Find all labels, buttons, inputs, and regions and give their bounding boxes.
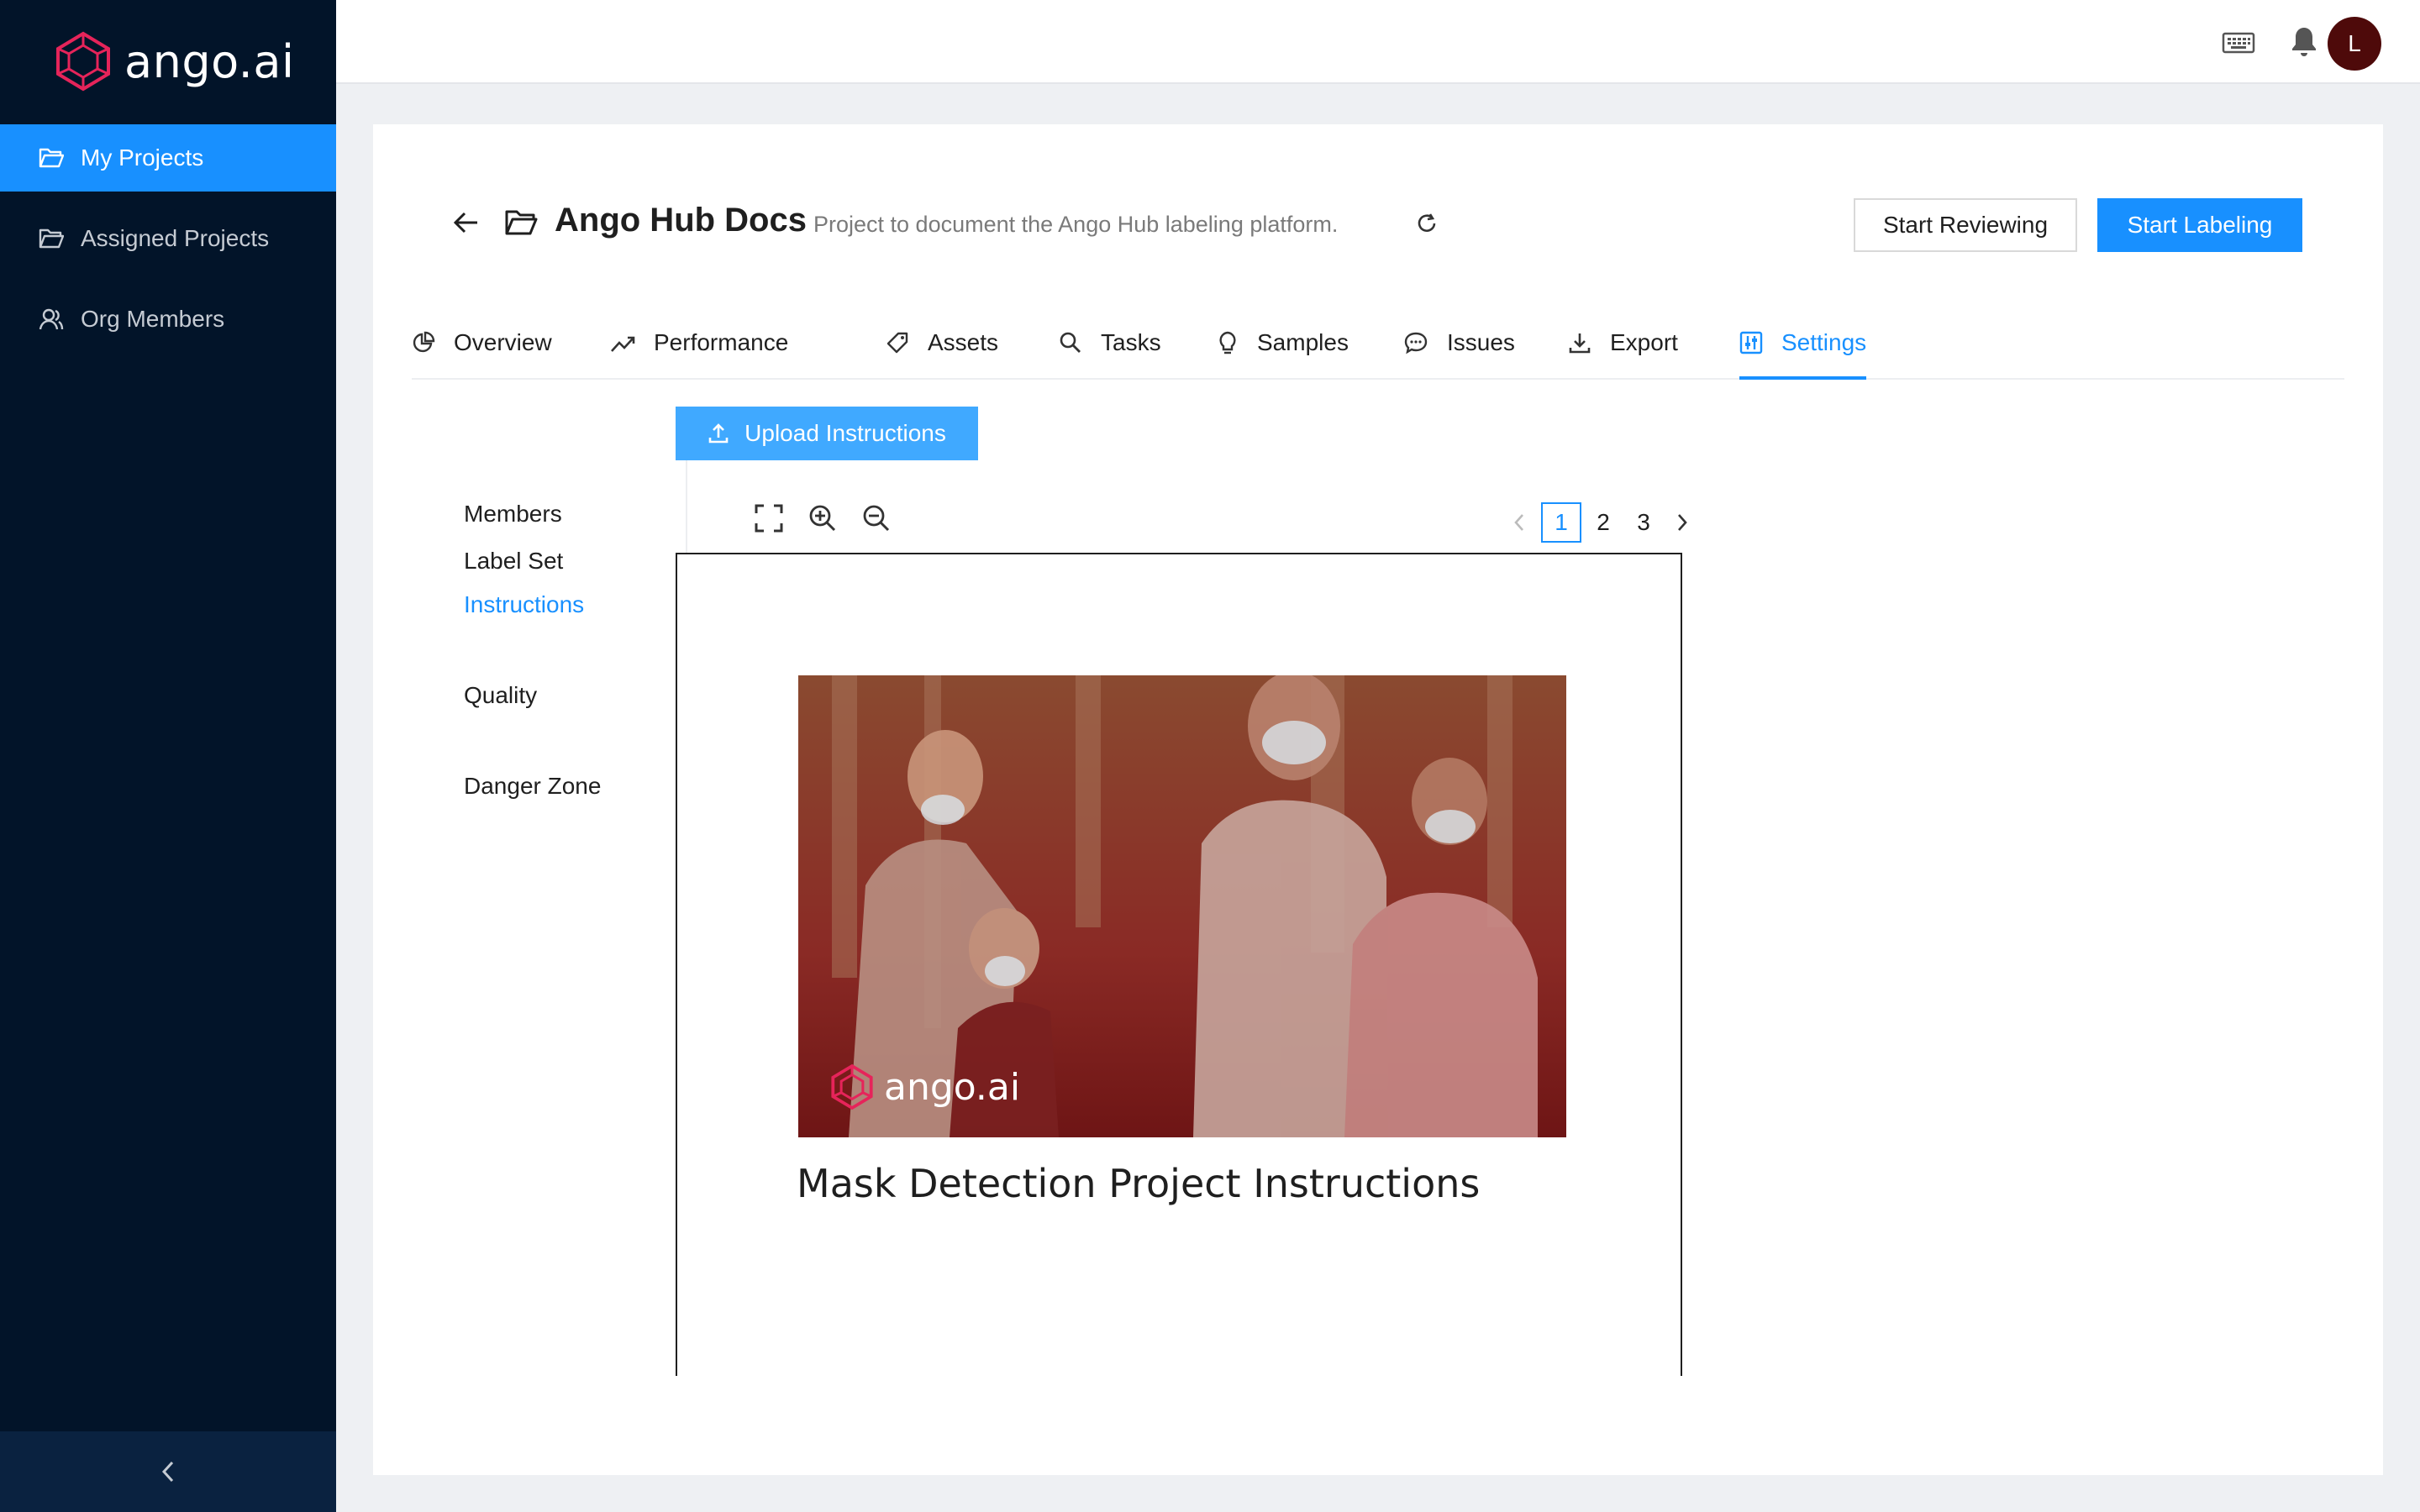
upload-instructions-label: Upload Instructions <box>744 420 946 446</box>
project-tabs: Overview Performance Assets Tasks Sample… <box>412 323 2344 380</box>
sidebar-item-assigned-projects[interactable]: Assigned Projects <box>0 205 336 272</box>
cover-logo-text: ango.ai <box>884 1065 1021 1109</box>
project-description: Project to document the Ango Hub labelin… <box>813 212 1339 237</box>
chat-icon <box>1404 332 1428 354</box>
tab-settings[interactable]: Settings <box>1739 323 1867 380</box>
pagination-page-1[interactable]: 1 <box>1541 502 1581 543</box>
trend-line-icon <box>611 336 635 352</box>
subnav-item-instructions[interactable]: Instructions <box>464 591 584 618</box>
project-card: Ango Hub Docs Project to document the An… <box>373 124 2383 1475</box>
folder-open-icon <box>39 148 64 168</box>
subnav-item-quality[interactable]: Quality <box>464 682 537 709</box>
cover-image: ango.ai <box>798 675 1566 1137</box>
settings-subnav: Label Set Members Instructions Quality D… <box>427 407 687 1376</box>
pagination-next-button[interactable] <box>1670 502 1694 543</box>
chevron-left-icon <box>161 1461 174 1483</box>
sidebar-item-my-projects[interactable]: My Projects <box>0 124 336 192</box>
sidebar-item-org-members[interactable]: Org Members <box>0 286 336 353</box>
cover-logo: ango.ai <box>829 1063 1020 1110</box>
search-icon <box>1060 332 1081 353</box>
subnav-item-danger-zone[interactable]: Danger Zone <box>464 773 601 800</box>
sidebar-collapse-button[interactable] <box>0 1431 336 1512</box>
tag-icon <box>886 332 908 354</box>
zoom-out-icon[interactable] <box>862 504 891 533</box>
sidebar-item-label: Org Members <box>81 306 225 332</box>
ango-logo-icon <box>56 31 110 92</box>
tab-label: Performance <box>654 329 789 355</box>
tab-issues[interactable]: Issues <box>1403 323 1515 380</box>
sidebar-item-label: Assigned Projects <box>81 225 270 251</box>
tab-label: Assets <box>928 329 999 355</box>
chevron-right-icon <box>1678 514 1687 531</box>
tab-samples[interactable]: Samples <box>1217 323 1349 380</box>
tab-label: Issues <box>1447 329 1515 355</box>
tab-performance[interactable]: Performance <box>610 323 788 380</box>
pie-chart-icon <box>413 331 435 353</box>
sidebar-item-label: My Projects <box>81 144 204 171</box>
folder-open-icon <box>505 210 538 235</box>
tab-label: Samples <box>1257 329 1349 355</box>
tab-label: Overview <box>454 329 552 355</box>
brand-name: ango.ai <box>124 34 295 88</box>
back-arrow-icon[interactable] <box>452 208 481 237</box>
download-icon <box>1569 333 1591 354</box>
refresh-icon[interactable] <box>1415 212 1439 235</box>
pagination-page-3[interactable]: 3 <box>1627 502 1660 543</box>
tab-tasks[interactable]: Tasks <box>1059 323 1161 380</box>
sidebar: ango.ai My Projects Assigned Projects Or… <box>0 0 336 1512</box>
upload-icon <box>708 423 729 444</box>
top-header: L <box>336 0 2420 84</box>
folder-open-icon <box>39 228 64 249</box>
document-heading: Mask Detection Project Instructions <box>797 1161 1481 1206</box>
chevron-left-icon <box>1514 514 1523 531</box>
tab-label: Export <box>1610 329 1678 355</box>
fullscreen-icon[interactable] <box>755 504 783 533</box>
instructions-pdf-viewer[interactable]: ango.ai Mask Detection Project Instructi… <box>676 553 1682 1376</box>
tab-export[interactable]: Export <box>1568 323 1678 380</box>
tab-assets[interactable]: Assets <box>886 323 998 380</box>
tab-overview[interactable]: Overview <box>412 323 552 380</box>
ango-logo-icon <box>831 1063 873 1110</box>
sliders-icon <box>1739 331 1763 354</box>
page-title: Ango Hub Docs <box>555 202 807 239</box>
pagination-page-2[interactable]: 2 <box>1586 502 1620 543</box>
bell-icon[interactable] <box>2291 25 2317 57</box>
subnav-item-label-set[interactable]: Label Set <box>464 548 563 575</box>
users-icon <box>39 308 64 330</box>
upload-instructions-button[interactable]: Upload Instructions <box>676 407 978 460</box>
start-labeling-button[interactable]: Start Labeling <box>2097 198 2302 252</box>
zoom-in-icon[interactable] <box>808 504 837 533</box>
keyboard-icon[interactable] <box>2222 30 2255 55</box>
avatar[interactable]: L <box>2328 17 2381 71</box>
tab-label: Settings <box>1781 329 1867 355</box>
subnav-item-members[interactable]: Members <box>464 501 562 528</box>
tab-label: Tasks <box>1101 329 1161 355</box>
start-reviewing-button[interactable]: Start Reviewing <box>1854 198 2077 252</box>
brand-logo[interactable]: ango.ai <box>52 30 294 92</box>
pagination-prev-button[interactable] <box>1507 502 1531 543</box>
bulb-icon <box>1219 331 1236 354</box>
